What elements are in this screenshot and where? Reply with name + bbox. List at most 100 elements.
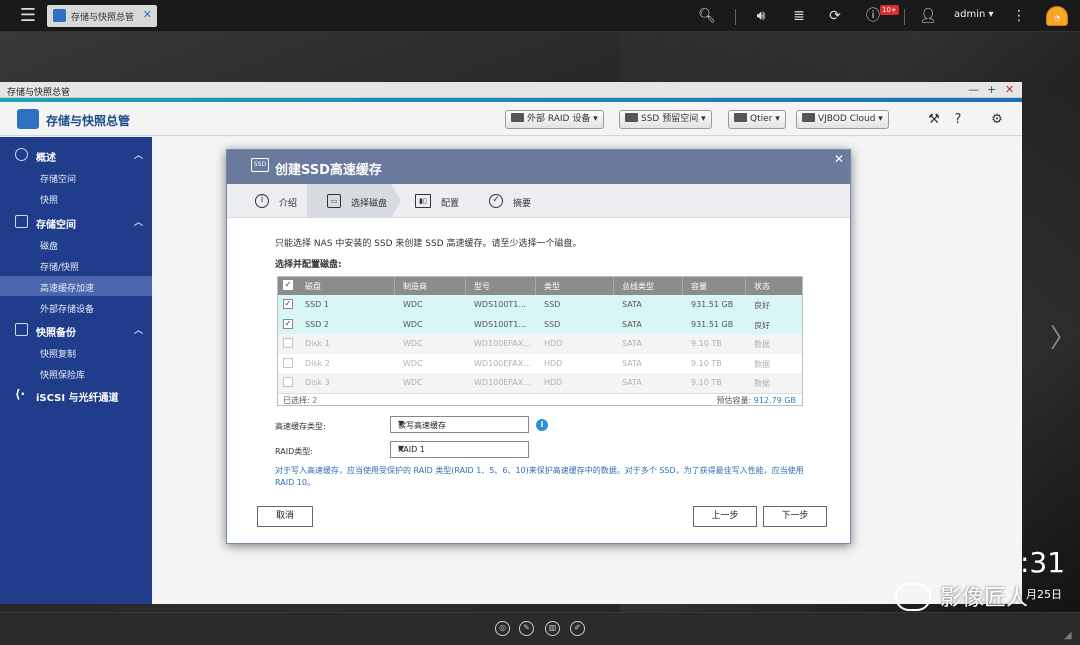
qtier-icon xyxy=(734,113,747,122)
cell-model: WDS100T1... xyxy=(474,300,527,309)
create-ssd-cache-dialog: SSD 创建SSD高速缓存 ✕ i 介绍 ▭ 选择磁盘 ▮▯ 配置 ✓ 摘要 只… xyxy=(226,149,851,544)
row-checkbox[interactable]: ✓ xyxy=(283,318,293,329)
check-circle-icon: ✓ xyxy=(489,194,503,208)
next-button[interactable]: 下一步 xyxy=(763,506,827,527)
chevron-right-icon[interactable]: 〉 xyxy=(1050,318,1076,355)
cancel-button[interactable]: 取消 xyxy=(257,506,313,527)
sidebar-item-snapshot-vault[interactable]: 快照保险库 xyxy=(0,363,152,383)
chevron-up-icon[interactable]: ︿ xyxy=(134,148,143,161)
cell-vendor: WDC xyxy=(403,319,423,329)
sidebar-item-label: 外部存储设备 xyxy=(40,305,95,315)
row-checkbox xyxy=(283,377,293,387)
config-icon: ▮▯ xyxy=(415,194,431,208)
sidebar-item-snapshot-replica[interactable]: 快照复制 xyxy=(0,342,152,362)
bottom-dock: ◎ ✎ ▥ ✐ xyxy=(0,612,1080,645)
caret-down-icon: ▾ xyxy=(593,114,598,124)
gear-icon[interactable]: ⚙ xyxy=(988,111,1006,129)
dashboard-gauge-icon[interactable]: ◔ xyxy=(1046,6,1068,26)
raid-type-label: RAID类型: xyxy=(275,447,313,456)
sidebar-item-label: 磁盘 xyxy=(40,242,59,252)
caret-down-icon: ▾ xyxy=(775,114,780,124)
window-titlebar: 存储与快照总管 — + ✕ xyxy=(0,82,1022,98)
raid-type-select[interactable]: RAID 1 ▼ xyxy=(390,441,529,458)
cell-capacity: 931.51 GB xyxy=(691,319,734,329)
step-label: 选择磁盘 xyxy=(351,199,388,209)
cell-type: HDD xyxy=(544,339,563,348)
dock-edit-icon[interactable]: ✐ xyxy=(570,621,585,636)
cell-type: HDD xyxy=(544,358,563,368)
sync-icon[interactable]: ⟳ xyxy=(826,7,844,25)
vjbod-cloud-button[interactable]: VJBOD Cloud ▾ xyxy=(796,110,889,129)
cell-vendor: WDC xyxy=(403,339,423,348)
sidebar-group-overview[interactable]: 概述 ︿ xyxy=(0,144,152,166)
more-icon[interactable]: ⋮ xyxy=(1010,7,1028,25)
cell-disk: SSD 1 xyxy=(305,300,329,309)
table-row: Disk 2 WDC WD100EFAX... HDD SATA 9.10 TB… xyxy=(278,353,802,373)
dock-tools-icon[interactable]: ✎ xyxy=(519,621,534,636)
cell-bus: SATA xyxy=(622,300,642,309)
sidebar-group-storage[interactable]: 存储空间 ︿ xyxy=(0,211,152,233)
caret-down-icon: ▾ xyxy=(878,114,883,124)
dock-window-icon[interactable]: ▥ xyxy=(545,621,560,636)
share-icon: ⟨· xyxy=(15,387,26,401)
disk-table: ✓ 磁盘 制造商 型号 类型 总线类型 容量 状态 ✓ SSD 1 WDC WD… xyxy=(277,276,803,406)
step-label: 配置 xyxy=(441,199,460,209)
sidebar-item-disks[interactable]: 磁盘 xyxy=(0,234,152,254)
qtier-button[interactable]: Qtier ▾ xyxy=(728,110,786,129)
cell-vendor: WDC xyxy=(403,378,423,387)
wizard-steps: i 介绍 ▭ 选择磁盘 ▮▯ 配置 ✓ 摘要 xyxy=(227,184,850,218)
cell-model: WD100EFAX... xyxy=(474,378,531,387)
user-menu[interactable]: admin ▾ xyxy=(954,9,994,20)
close-dialog-button[interactable]: ✕ xyxy=(834,152,844,166)
search-icon[interactable]: 🔍︎ xyxy=(698,7,716,25)
cell-model: WD100EFAX... xyxy=(474,358,531,368)
overview-icon xyxy=(15,148,28,161)
chevron-up-icon[interactable]: ︿ xyxy=(134,323,143,336)
column-header: 磁盘 xyxy=(305,282,321,291)
sidebar-item-cache-acceleration[interactable]: 高速缓存加速 xyxy=(0,276,152,296)
help-icon[interactable]: ? xyxy=(949,111,967,129)
sidebar-item-external-storage[interactable]: 外部存储设备 xyxy=(0,297,152,317)
sidebar-group-label: iSCSI 与光纤通道 xyxy=(36,393,119,404)
back-button[interactable]: 上一步 xyxy=(693,506,757,527)
ssd-overprovision-button[interactable]: SSD 预留空间 ▾ xyxy=(619,110,712,129)
sidebar-item-storage-space[interactable]: 存储空间 xyxy=(0,167,152,187)
close-tab-icon[interactable]: ✕ xyxy=(143,8,152,21)
dialog-title: 创建SSD高速缓存 xyxy=(275,163,382,178)
sidebar-item-snapshot[interactable]: 快照 xyxy=(0,188,152,208)
row-checkbox[interactable]: ✓ xyxy=(283,299,293,309)
user-name: admin xyxy=(954,9,986,20)
cache-type-select[interactable]: 读写高速缓存 ▼ xyxy=(390,416,529,433)
external-raid-button[interactable]: 外部 RAID 设备 ▾ xyxy=(505,110,604,129)
minimize-button[interactable]: — xyxy=(968,83,979,96)
dock-app-icon[interactable]: ◎ xyxy=(495,621,510,636)
user-icon[interactable]: 👤︎ xyxy=(919,7,937,25)
cell-model: WDS100T1... xyxy=(474,319,527,329)
menu-icon[interactable]: ☰ xyxy=(18,6,38,26)
select-all-checkbox[interactable]: ✓ xyxy=(283,280,293,290)
volume-icon[interactable]: 🔊︎ xyxy=(752,7,770,25)
maximize-button[interactable]: + xyxy=(987,83,996,96)
chevron-up-icon[interactable]: ︿ xyxy=(134,215,143,228)
info-icon[interactable]: i xyxy=(536,419,548,431)
column-header: 状态 xyxy=(754,282,770,291)
window-title: 存储与快照总管 xyxy=(7,88,71,98)
database-icon xyxy=(15,215,28,228)
sidebar-item-storage-snapshot[interactable]: 存储/快照 xyxy=(0,255,152,275)
watermark-text: 影像匠人 xyxy=(940,586,1029,611)
stack-icon[interactable]: ≣ xyxy=(790,7,808,25)
row-checkbox xyxy=(283,338,293,348)
table-row[interactable]: ✓ SSD 1 WDC WDS100T1... SSD SATA 931.51 … xyxy=(278,295,802,315)
top-bar: ☰ 存储与快照总管 ✕ 🔍︎ 🔊︎ ≣ ⟳ ⓘ 10+ 👤︎ admin ▾ ⋮… xyxy=(0,0,1080,32)
sidebar-item-label: 存储空间 xyxy=(40,175,77,185)
sidebar-group-iscsi[interactable]: ⟨· iSCSI 与光纤通道 xyxy=(0,384,152,406)
ssd-overprovision-label: SSD 预留空间 xyxy=(641,114,699,124)
column-header: 总线类型 xyxy=(622,282,654,291)
close-window-button[interactable]: ✕ xyxy=(1005,83,1014,96)
table-row[interactable]: ✓ SSD 2 WDC WDS100T1... SSD SATA 931.51 … xyxy=(278,314,802,334)
step-intro: i 介绍 xyxy=(227,184,307,218)
tools-icon[interactable]: ⚒ xyxy=(925,111,943,129)
sidebar-group-snapshot-backup[interactable]: 快照备份 ︿ xyxy=(0,319,152,341)
cell-status: 数据 xyxy=(754,379,770,388)
app-tab[interactable]: 存储与快照总管 ✕ xyxy=(47,5,157,27)
